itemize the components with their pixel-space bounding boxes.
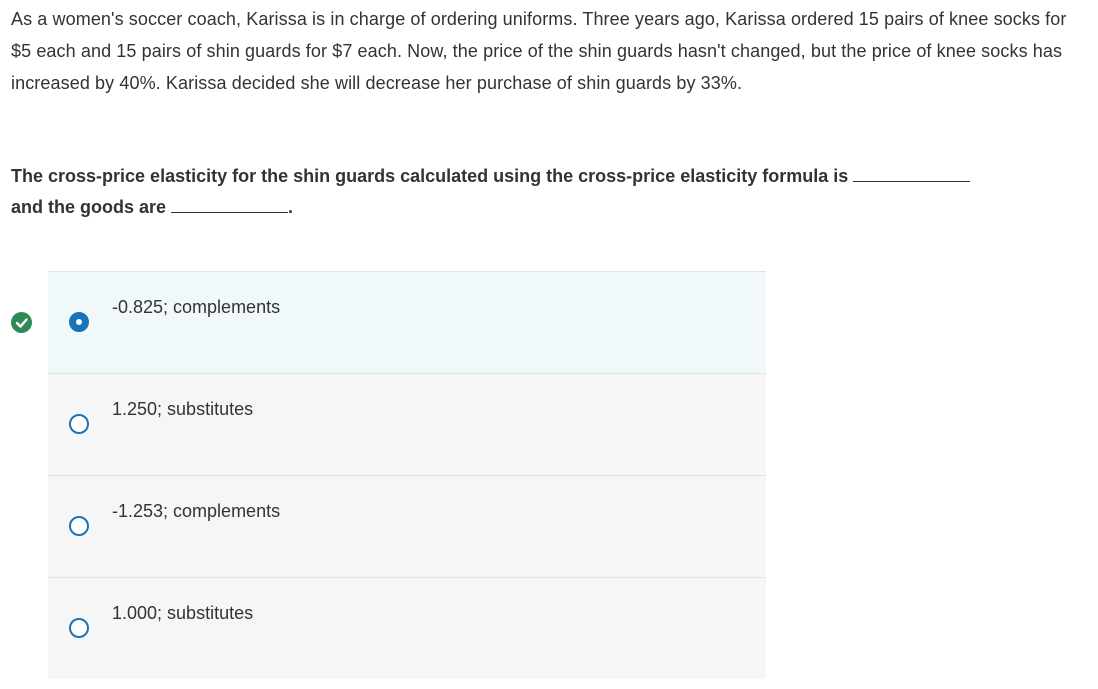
choice-label: -0.825; complements [112, 297, 281, 317]
question-prompt: The cross-price elasticity for the shin … [11, 161, 1091, 223]
answer-blank-2 [171, 194, 289, 213]
radio-button-icon[interactable] [69, 516, 89, 536]
choice-option-4[interactable]: 1.000; substitutes [48, 577, 766, 679]
radio-button-icon[interactable] [69, 312, 89, 332]
check-circle-icon [11, 312, 32, 333]
prompt-end: . [288, 197, 294, 217]
prompt-text-part1: The cross-price elasticity for the shin … [11, 166, 849, 186]
answer-blank-1 [853, 163, 971, 182]
choice-option-1[interactable]: -0.825; complements [48, 271, 766, 373]
choice-option-3[interactable]: -1.253; complements [48, 475, 766, 577]
choice-label: -1.253; complements [112, 501, 281, 521]
radio-button-icon[interactable] [69, 618, 89, 638]
radio-button-icon[interactable] [69, 414, 89, 434]
choice-label: 1.000; substitutes [112, 603, 254, 623]
prompt-text-part2: and the goods are [11, 197, 167, 217]
choice-option-2[interactable]: 1.250; substitutes [48, 373, 766, 475]
choice-label: 1.250; substitutes [112, 399, 254, 419]
answer-choices: -0.825; complements 1.250; substitutes -… [48, 271, 766, 679]
question-stem: As a women's soccer coach, Karissa is in… [11, 9, 1067, 93]
